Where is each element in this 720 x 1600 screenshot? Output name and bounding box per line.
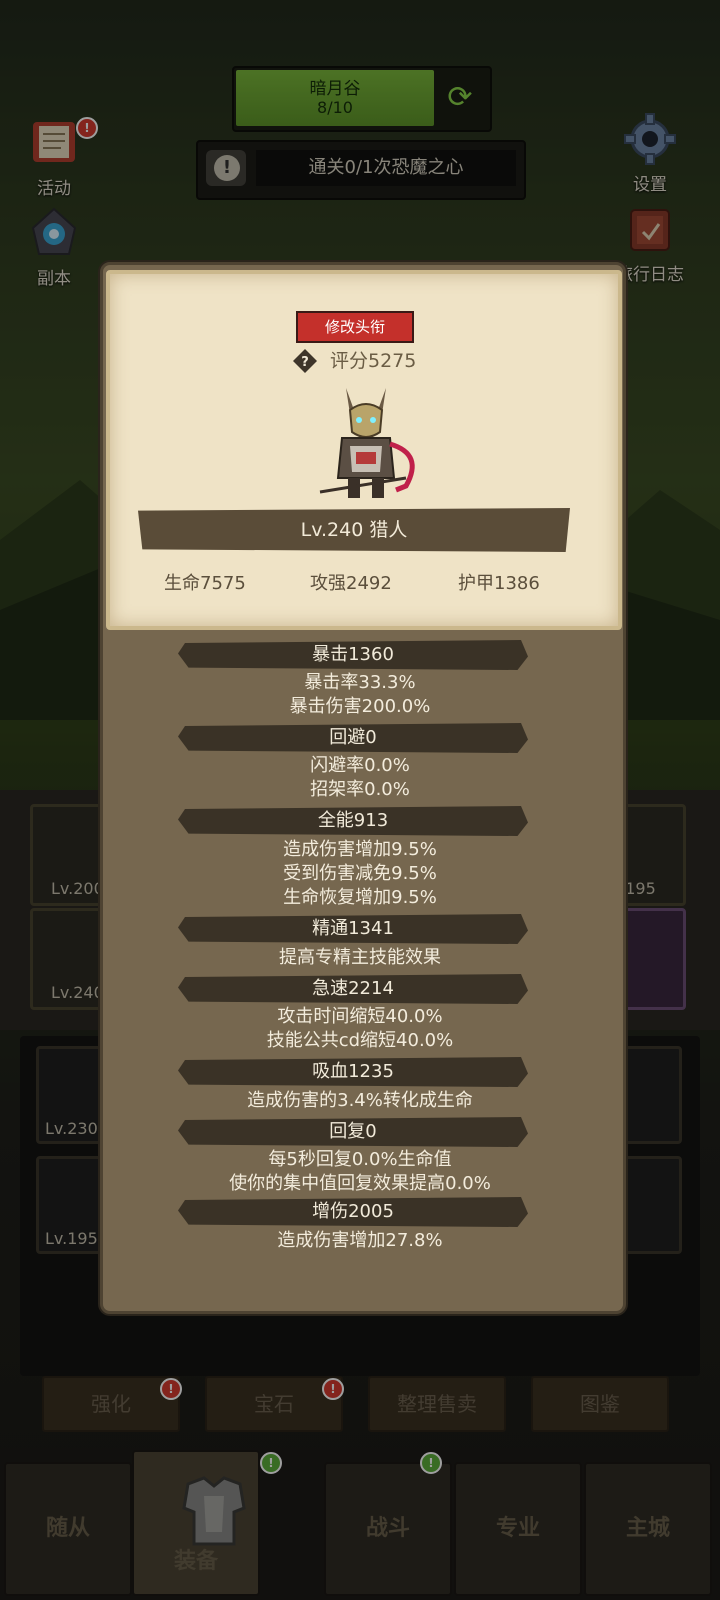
stat-avoid-header: 回避0 — [178, 723, 528, 753]
stat-damage-bonus-header: 增伤2005 — [178, 1197, 528, 1227]
help-icon[interactable]: ? — [292, 348, 318, 374]
stat-line: 生命恢复增加9.5% — [283, 887, 437, 908]
stat-line: 闪避率0.0% — [310, 755, 410, 776]
stat-line: 每5秒回复0.0%生命值 — [268, 1149, 452, 1170]
stat-line: 攻击时间缩短40.0% — [277, 1006, 443, 1027]
stat-regen-header: 回复0 — [178, 1117, 528, 1147]
character-name-level: Lv.240 猎人 — [138, 508, 570, 552]
edit-title-button[interactable]: 修改头衔 — [296, 311, 414, 343]
stat-versatility-header: 全能913 — [178, 806, 528, 836]
stat-haste-header: 急速2214 — [178, 974, 528, 1004]
stat-line: 暴击率33.3% — [304, 672, 416, 693]
stat-line: 技能公共cd缩短40.0% — [266, 1030, 454, 1051]
hunter-avatar — [319, 388, 415, 498]
stat-crit-header: 暴击1360 — [178, 640, 528, 670]
svg-text:?: ? — [301, 355, 309, 370]
stat-line: 暴击伤害200.0% — [289, 696, 431, 717]
stat-line: 招架率0.0% — [310, 779, 410, 800]
core-stat-armor: 护甲1386 — [458, 573, 540, 594]
stat-leech-header: 吸血1235 — [178, 1057, 528, 1087]
stat-line: 受到伤害减免9.5% — [283, 863, 437, 884]
stat-line: 造成伤害增加9.5% — [283, 839, 437, 860]
core-stat-attack: 攻强2492 — [310, 573, 392, 594]
score: 评分5275 — [330, 350, 417, 372]
stat-line: 造成伤害的3.4%转化成生命 — [247, 1090, 473, 1111]
stat-mastery-header: 精通1341 — [178, 914, 528, 944]
stat-line: 造成伤害增加27.8% — [277, 1230, 443, 1251]
stat-line: 使你的集中值回复效果提高0.0% — [229, 1173, 491, 1194]
core-stat-hp: 生命7575 — [164, 573, 246, 594]
stat-line: 提高专精主技能效果 — [279, 947, 441, 968]
